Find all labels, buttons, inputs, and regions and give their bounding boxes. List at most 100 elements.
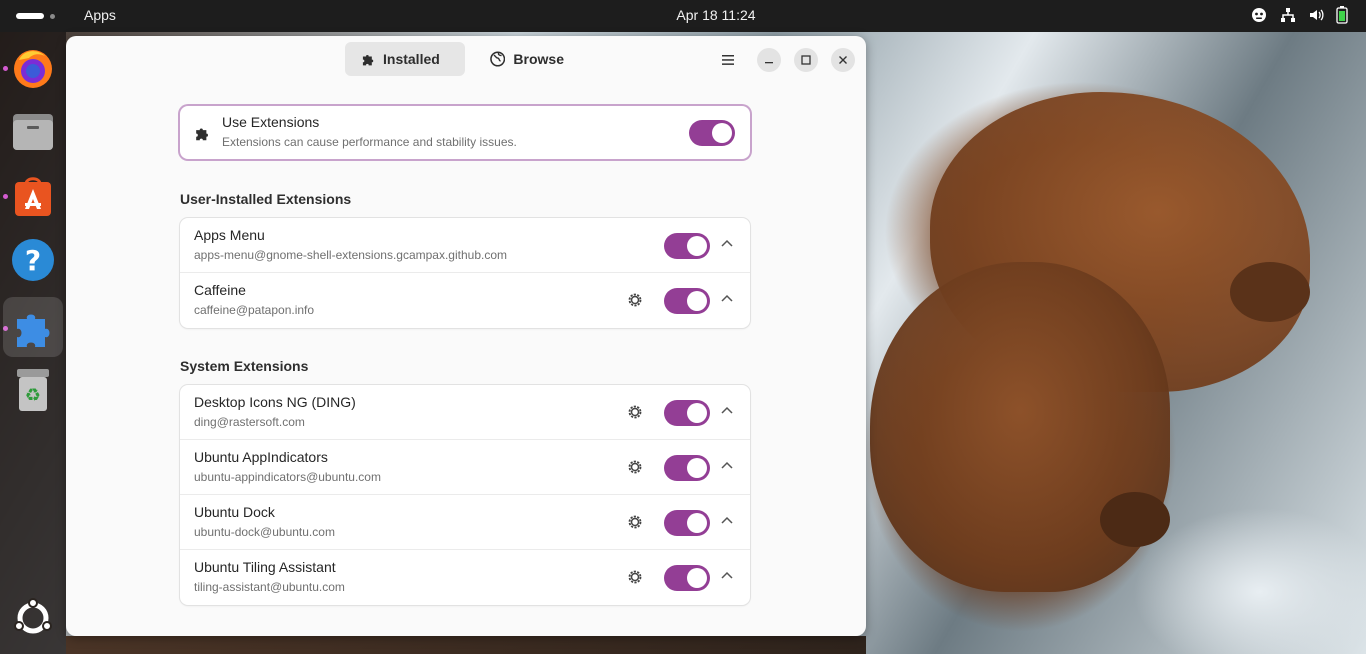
globe-icon <box>490 51 506 67</box>
ubuntu-logo-icon <box>14 598 52 634</box>
extension-toggle[interactable] <box>664 510 710 536</box>
use-extensions-row: Use Extensions Extensions can cause perf… <box>180 106 750 159</box>
tab-installed[interactable]: Installed <box>345 42 465 76</box>
extension-name: Desktop Icons NG (DING) <box>194 394 356 410</box>
chevron-up-icon <box>721 239 733 247</box>
help-launcher[interactable]: ? <box>9 236 57 284</box>
battery-icon[interactable] <box>1336 6 1348 29</box>
system-extensions-list: Desktop Icons NG (DING) ding@rastersoft.… <box>180 385 750 605</box>
user-extensions-list: Apps Menu apps-menu@gnome-shell-extensio… <box>180 218 750 328</box>
extension-settings-button[interactable] <box>625 512 645 532</box>
expand-button[interactable] <box>720 568 734 582</box>
wallpaper-strip <box>66 636 866 654</box>
firefox-launcher[interactable] <box>9 44 57 92</box>
expand-button[interactable] <box>720 403 734 417</box>
extension-name: Ubuntu Dock <box>194 504 275 520</box>
top-bar: Apps Apr 18 11:24 <box>0 0 1366 32</box>
extension-name: Apps Menu <box>194 227 265 243</box>
chevron-up-icon <box>721 461 733 469</box>
files-launcher[interactable] <box>9 108 57 156</box>
close-button[interactable] <box>831 48 855 72</box>
extension-toggle[interactable] <box>664 455 710 481</box>
gear-icon <box>628 293 642 307</box>
extension-name: Ubuntu Tiling Assistant <box>194 559 336 575</box>
chevron-up-icon <box>721 571 733 579</box>
extension-uuid: ubuntu-appindicators@ubuntu.com <box>194 470 381 484</box>
minimize-button[interactable] <box>757 48 781 72</box>
extension-row[interactable]: Ubuntu Dock ubuntu-dock@ubuntu.com <box>180 495 750 550</box>
extension-settings-button[interactable] <box>625 567 645 587</box>
extension-uuid: tiling-assistant@ubuntu.com <box>194 580 345 594</box>
wallpaper-bear-snout <box>1100 492 1170 547</box>
extension-settings-button[interactable] <box>625 457 645 477</box>
expand-button[interactable] <box>720 291 734 305</box>
wallpaper-bear-snout <box>1230 262 1310 322</box>
trash-launcher[interactable]: ♻ <box>9 366 57 414</box>
main-menu-button[interactable] <box>717 48 741 72</box>
puzzle-icon <box>362 55 374 66</box>
app-center-launcher[interactable] <box>9 172 57 220</box>
running-indicator <box>3 66 8 71</box>
extension-row[interactable]: Caffeine caffeine@patapon.info <box>180 273 750 328</box>
gear-icon <box>628 570 642 584</box>
hamburger-menu-icon <box>722 55 734 65</box>
extension-row[interactable]: Desktop Icons NG (DING) ding@rastersoft.… <box>180 385 750 440</box>
extension-toggle[interactable] <box>664 400 710 426</box>
gear-icon <box>628 460 642 474</box>
chevron-up-icon <box>721 406 733 414</box>
puzzle-icon <box>17 314 50 347</box>
files-icon <box>13 114 53 150</box>
clock[interactable]: Apr 18 11:24 <box>0 7 1366 23</box>
tab-label: Browse <box>513 51 564 67</box>
dock: ? ♻ <box>0 32 66 654</box>
puzzle-icon <box>196 128 208 141</box>
expand-button[interactable] <box>720 458 734 472</box>
volume-icon[interactable] <box>1308 7 1324 28</box>
header-bar: Installed Browse <box>66 36 866 82</box>
app-center-icon <box>15 177 51 216</box>
extension-toggle[interactable] <box>664 565 710 591</box>
extension-toggle[interactable] <box>664 233 710 259</box>
extension-manager-launcher[interactable] <box>3 297 63 357</box>
extension-name: Ubuntu AppIndicators <box>194 449 328 465</box>
network-icon[interactable] <box>1280 7 1296 28</box>
show-apps-button[interactable] <box>9 594 57 642</box>
use-extensions-subtitle: Extensions can cause performance and sta… <box>222 135 517 149</box>
extension-uuid: caffeine@patapon.info <box>194 303 315 317</box>
extension-row[interactable]: Ubuntu Tiling Assistant tiling-assistant… <box>180 550 750 605</box>
running-indicator <box>3 194 8 199</box>
extension-settings-button[interactable] <box>625 402 645 422</box>
expand-button[interactable] <box>720 513 734 527</box>
system-tray[interactable] <box>1250 6 1348 29</box>
tab-browse[interactable]: Browse <box>474 42 580 76</box>
trash-icon: ♻ <box>17 369 49 411</box>
extension-settings-button[interactable] <box>625 290 645 310</box>
gear-icon <box>628 515 642 529</box>
section-title-system: System Extensions <box>180 358 309 374</box>
tab-label: Installed <box>383 51 440 67</box>
extension-toggle[interactable] <box>664 288 710 314</box>
extension-uuid: apps-menu@gnome-shell-extensions.gcampax… <box>194 248 508 262</box>
close-icon <box>839 56 847 64</box>
help-icon: ? <box>12 239 54 281</box>
section-title-user: User-Installed Extensions <box>180 191 352 207</box>
extension-row[interactable]: Apps Menu apps-menu@gnome-shell-extensio… <box>180 218 750 273</box>
chevron-up-icon <box>721 516 733 524</box>
svg-text:♻: ♻ <box>25 385 41 406</box>
firefox-icon <box>14 50 52 88</box>
extension-uuid: ubuntu-dock@ubuntu.com <box>194 525 335 539</box>
extension-name: Caffeine <box>194 282 246 298</box>
extension-uuid: ding@rastersoft.com <box>194 415 305 429</box>
maximize-button[interactable] <box>794 48 818 72</box>
maximize-icon <box>801 55 811 65</box>
extension-manager-window: Installed Browse Use Extensions Extensio… <box>66 36 866 636</box>
extension-row[interactable]: Ubuntu AppIndicators ubuntu-appindicator… <box>180 440 750 495</box>
accessibility-icon[interactable] <box>1250 7 1268 28</box>
minimize-icon <box>765 62 773 64</box>
use-extensions-toggle[interactable] <box>689 120 735 146</box>
expand-button[interactable] <box>720 236 734 250</box>
use-extensions-title: Use Extensions <box>222 114 320 130</box>
chevron-up-icon <box>721 294 733 302</box>
gear-icon <box>628 405 642 419</box>
svg-text:?: ? <box>25 244 41 277</box>
